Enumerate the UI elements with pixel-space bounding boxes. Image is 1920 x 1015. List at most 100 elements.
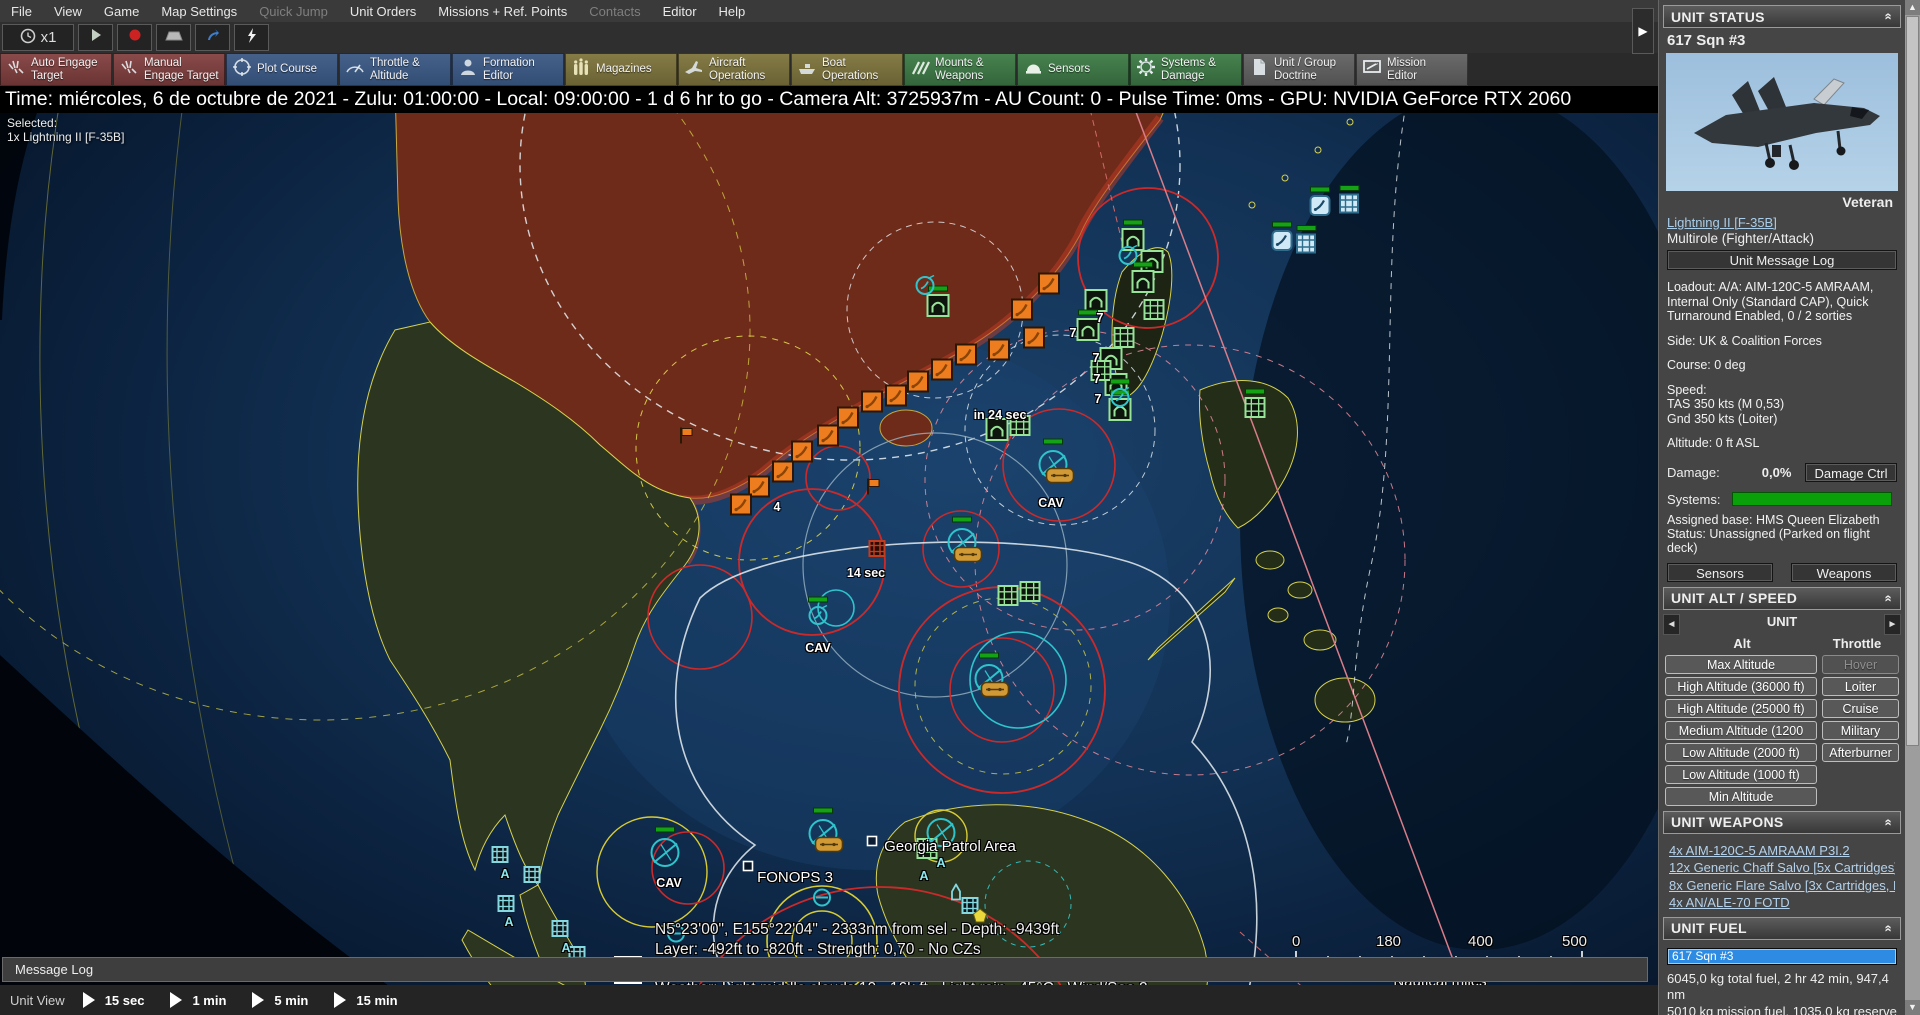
magazines-button[interactable]: Magazines — [565, 53, 677, 86]
weapon-link-0[interactable]: 4x AIM-120C-5 AMRAAM P3I.2 — [1669, 842, 1895, 860]
map-unit-amber[interactable] — [980, 680, 1010, 705]
map-unit-gg[interactable] — [997, 585, 1019, 612]
alt-button-3[interactable]: Medium Altitude (1200 — [1665, 721, 1817, 740]
unit-type-link[interactable]: Lightning II [F-35B] — [1667, 215, 1897, 230]
aircraft-operations-button[interactable]: AircraftOperations — [678, 53, 790, 86]
map-unit-or[interactable] — [730, 493, 753, 521]
record-button[interactable] — [117, 24, 152, 51]
sensors-button[interactable]: Sensors — [1667, 563, 1773, 582]
jump-button[interactable] — [195, 24, 230, 51]
map-unit-gg[interactable] — [1244, 397, 1266, 424]
mission-editor-button[interactable]: MissionEditor — [1356, 53, 1468, 86]
unit-group-doctrine-button[interactable]: Unit / GroupDoctrine — [1243, 53, 1355, 86]
map-unit-cg[interactable] — [551, 920, 569, 943]
menu-item-map-settings[interactable]: Map Settings — [150, 4, 248, 19]
throttle-button-military[interactable]: Military — [1822, 721, 1899, 740]
menu-item-game[interactable]: Game — [93, 4, 150, 19]
map-unit-bgr[interactable] — [1339, 193, 1360, 219]
map-unit-or[interactable] — [1023, 326, 1046, 354]
time-step-15-sec[interactable]: 15 sec — [83, 992, 145, 1008]
sensors-button[interactable]: Sensors — [1017, 53, 1129, 86]
unit-weapons-header[interactable]: UNIT WEAPONS « — [1663, 811, 1901, 834]
scope-next-button[interactable]: ► — [1884, 614, 1901, 635]
menu-item-file[interactable]: File — [0, 4, 43, 19]
scroll-down-icon[interactable]: ▼ — [1905, 1000, 1920, 1015]
alt-speed-header[interactable]: UNIT ALT / SPEED « — [1663, 587, 1901, 610]
map-unit-redgrid[interactable] — [868, 540, 886, 563]
map-unit-rp[interactable] — [742, 859, 754, 877]
menu-item-unit-orders[interactable]: Unit Orders — [339, 4, 427, 19]
map-unit-or[interactable] — [1011, 298, 1034, 326]
map-unit-heli[interactable] — [1117, 245, 1139, 272]
formation-editor-button[interactable]: FormationEditor — [452, 53, 564, 86]
boat-operations-button[interactable]: BoatOperations — [791, 53, 903, 86]
step-button[interactable] — [156, 24, 191, 51]
collapse-chevron-icon[interactable]: « — [1882, 594, 1897, 602]
damage-ctrl-button[interactable]: Damage Ctrl — [1805, 463, 1897, 482]
scrollbar-thumb[interactable] — [1906, 16, 1919, 746]
time-step-5-min[interactable]: 5 min — [252, 992, 308, 1008]
throttle-button-loiter[interactable]: Loiter — [1822, 677, 1899, 696]
sidebar-scrollbar[interactable]: ▲ ▼ — [1905, 0, 1920, 1015]
map-unit-heli[interactable] — [807, 605, 829, 632]
collapse-chevron-icon[interactable]: « — [1882, 13, 1897, 21]
map-unit-amber[interactable] — [953, 545, 983, 570]
menu-item-editor[interactable]: Editor — [652, 4, 708, 19]
map-unit-rp[interactable] — [866, 834, 878, 852]
throttle-button-afterburner[interactable]: Afterburner — [1822, 743, 1899, 762]
map-unit-cg[interactable] — [491, 846, 509, 869]
menu-item-quick-jump[interactable]: Quick Jump — [248, 4, 339, 19]
alt-button-1[interactable]: High Altitude (36000 ft) — [1665, 677, 1817, 696]
map-unit-or[interactable] — [885, 384, 908, 412]
map-unit-or[interactable] — [837, 406, 860, 434]
map-unit-ga[interactable] — [1131, 270, 1155, 299]
weapon-link-2[interactable]: 8x Generic Flare Salvo [3x Cartridges, D… — [1669, 877, 1895, 895]
map-unit-amber[interactable] — [1045, 466, 1075, 491]
unit-fuel-header[interactable]: UNIT FUEL « — [1663, 917, 1901, 940]
map-unit-heli[interactable] — [914, 275, 936, 302]
map-unit-sub[interactable] — [812, 888, 832, 913]
collapse-chevron-icon[interactable]: « — [1882, 818, 1897, 826]
play-button[interactable] — [78, 24, 113, 51]
map-unit-bc[interactable] — [1309, 195, 1331, 222]
scroll-up-icon[interactable]: ▲ — [1905, 0, 1920, 15]
weapons-button[interactable]: Weapons — [1791, 563, 1897, 582]
map-unit-bc[interactable] — [1271, 230, 1293, 257]
alt-button-2[interactable]: High Altitude (25000 ft) — [1665, 699, 1817, 718]
message-log-bar[interactable]: Message Log — [2, 957, 1648, 982]
map-unit-cg[interactable] — [523, 866, 541, 889]
weapon-link-3[interactable]: 4x AN/ALE-70 FOTD — [1669, 894, 1895, 912]
map-viewport[interactable]: 77777414 secin 24 secCAVCAVCAVGeorgia Pa… — [0, 0, 1658, 1015]
alt-button-0[interactable]: Max Altitude — [1665, 655, 1817, 674]
fuel-selected-unit[interactable]: 617 Sqn #3 — [1667, 948, 1897, 965]
map-unit-flag[interactable] — [865, 478, 881, 501]
map-unit-or[interactable] — [817, 424, 840, 452]
collapse-chevron-icon[interactable]: « — [1882, 924, 1897, 932]
systems-damage-button[interactable]: Systems &Damage — [1130, 53, 1242, 86]
menu-item-help[interactable]: Help — [708, 4, 757, 19]
map-unit-gg[interactable] — [1143, 299, 1165, 326]
auto-engage-target-button[interactable]: Auto EngageTarget — [0, 53, 112, 86]
menu-item-view[interactable]: View — [43, 4, 93, 19]
scope-prev-button[interactable]: ◄ — [1663, 614, 1680, 635]
alt-button-6[interactable]: Min Altitude — [1665, 787, 1817, 806]
mounts-weapons-button[interactable]: Mounts &Weapons — [904, 53, 1016, 86]
map-unit-or[interactable] — [772, 460, 795, 488]
alt-button-5[interactable]: Low Altitude (1000 ft) — [1665, 765, 1817, 784]
menu-item-contacts[interactable]: Contacts — [578, 4, 651, 19]
plot-course-button[interactable]: Plot Course — [226, 53, 338, 86]
map-unit-heli[interactable] — [1109, 387, 1131, 414]
map-unit-or[interactable] — [1038, 272, 1061, 300]
map-unit-or[interactable] — [955, 343, 978, 371]
pulse-button[interactable] — [234, 24, 269, 51]
map-unit-tc[interactable] — [647, 835, 683, 876]
throttle-button-cruise[interactable]: Cruise — [1822, 699, 1899, 718]
map-unit-or[interactable] — [861, 390, 884, 418]
map-unit-amber[interactable] — [814, 835, 844, 860]
map-unit-gg[interactable] — [1113, 327, 1135, 354]
map-unit-bgr[interactable] — [1296, 233, 1317, 259]
alt-button-4[interactable]: Low Altitude (2000 ft) — [1665, 743, 1817, 762]
throttle-altitude-button[interactable]: Throttle &Altitude — [339, 53, 451, 86]
map-unit-or[interactable] — [907, 370, 930, 398]
map-unit-or[interactable] — [988, 338, 1011, 366]
